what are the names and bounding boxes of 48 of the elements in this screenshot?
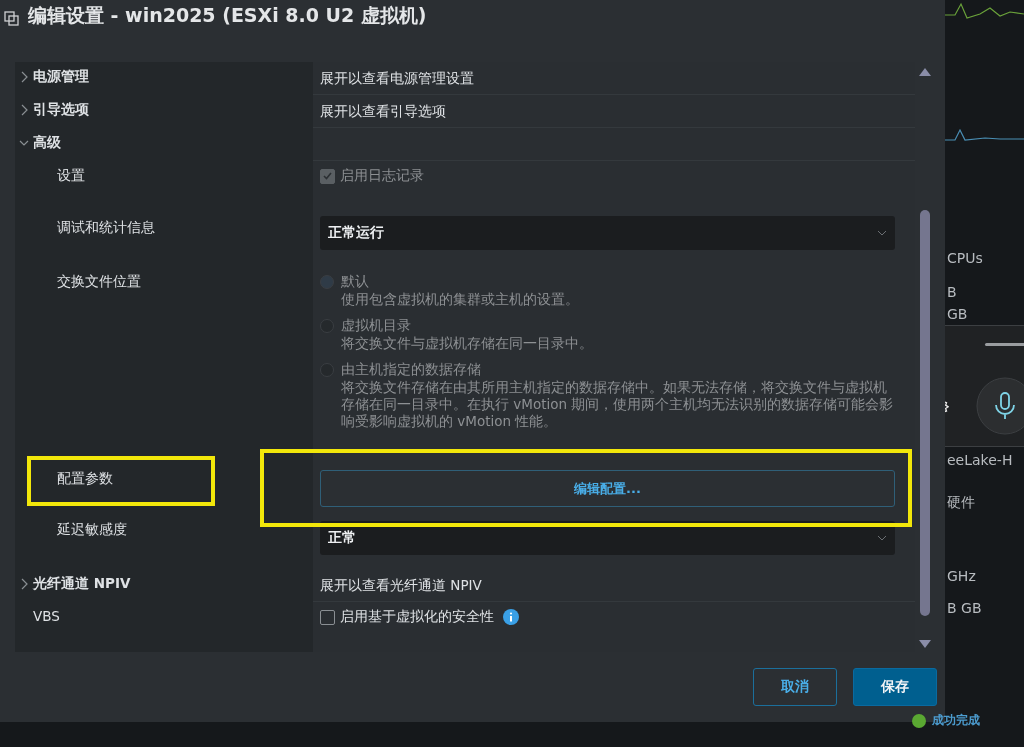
radio-description: 将交换文件与虚拟机存储在同一目录中。 — [341, 335, 593, 352]
section-summary: 展开以查看光纤通道 NPIV — [320, 577, 482, 593]
section-label[interactable]: 电源管理 — [33, 68, 89, 86]
setting-label: 交换文件位置 — [57, 273, 141, 291]
success-icon — [912, 713, 926, 728]
radio-description: 将交换文件存储在由其所用主机指定的数据存储中。如果无法存储，将交换文件与虚拟机存储在同一目录中。在执行 vMotion 期间，使用两个主机均无法识别的数据存储可能会影响受影响虚拟机的 vMotion 性能。 — [341, 379, 895, 430]
dialog-title: 编辑设置 - win2025 (ESXi 8.0 U2 虚拟机) — [28, 3, 427, 28]
setting-label: 延迟敏感度 — [57, 521, 127, 539]
chevron-right-icon[interactable] — [19, 104, 29, 116]
setting-label: 设置 — [57, 167, 85, 185]
background-text: GHz — [947, 568, 976, 584]
background-text: eeLake-H — [947, 452, 1013, 468]
checkbox-label: 启用日志记录 — [340, 167, 424, 185]
status-text: 成功完成 — [932, 712, 980, 729]
cancel-button[interactable]: 取消 — [753, 668, 837, 706]
section-label[interactable]: 高级 — [33, 134, 61, 152]
section-label[interactable]: 光纤通道 NPIV — [33, 575, 131, 593]
background-text: CPUs — [947, 250, 983, 266]
checkbox-label: 启用基于虚拟化的安全性 — [340, 608, 494, 626]
background-text: B — [947, 284, 957, 300]
checkmark-icon — [323, 172, 332, 180]
chevron-right-icon[interactable] — [19, 71, 29, 83]
chevron-right-icon[interactable] — [19, 578, 29, 590]
scroll-up-icon[interactable] — [919, 68, 931, 76]
background-text: 硬件 — [947, 494, 975, 512]
window-copy-icon — [4, 9, 20, 27]
setting-label: 调试和统计信息 — [57, 219, 155, 237]
scroll-down-icon[interactable] — [919, 640, 931, 648]
microphone-icon[interactable] — [976, 377, 1024, 435]
save-button[interactable]: 保存 — [853, 668, 937, 706]
setting-label: 配置参数 — [57, 470, 113, 488]
checkbox[interactable] — [320, 609, 335, 625]
section-label[interactable]: 引导选项 — [33, 101, 89, 119]
section-label: VBS — [33, 608, 60, 624]
chevron-down-icon[interactable] — [877, 535, 887, 541]
background-text: GB — [947, 306, 968, 322]
edit-config-button[interactable]: 编辑配置... — [320, 470, 895, 507]
info-icon[interactable] — [503, 609, 519, 625]
section-summary: 展开以查看引导选项 — [320, 103, 446, 119]
chevron-down-icon[interactable] — [877, 230, 887, 236]
radio-label: 由主机指定的数据存储 — [341, 361, 482, 379]
radio-label: 默认 — [341, 273, 370, 291]
radio-description: 使用包含虚拟机的集群或主机的设置。 — [341, 291, 579, 308]
drag-handle[interactable] — [985, 343, 1024, 346]
section-summary: 展开以查看电源管理设置 — [320, 70, 474, 86]
radio-label: 虚拟机目录 — [341, 317, 412, 335]
background-text: B GB — [947, 600, 982, 616]
dropdown-field[interactable]: 正常运行 — [320, 216, 895, 250]
